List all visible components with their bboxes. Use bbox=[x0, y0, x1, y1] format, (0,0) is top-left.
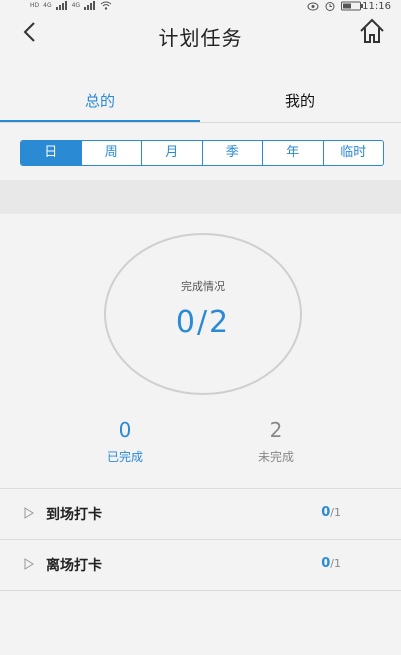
tab-overall[interactable]: 总的 bbox=[0, 82, 200, 122]
network-type-2: 4G bbox=[71, 1, 81, 9]
task-list: 到场打卡 0/1 离场打卡 0/1 bbox=[0, 488, 401, 591]
completed-count: 0 bbox=[118, 418, 132, 442]
progress-title: 完成情况 bbox=[181, 280, 225, 293]
signal-icon-2 bbox=[84, 1, 96, 10]
tab-mine[interactable]: 我的 bbox=[200, 82, 400, 122]
status-right bbox=[307, 1, 363, 11]
alarm-icon bbox=[325, 2, 335, 11]
task-count: 0/1 bbox=[321, 505, 341, 520]
status-time: 11:16 bbox=[362, 1, 391, 12]
period-filter: 日 周 月 季 年 临时 bbox=[20, 140, 384, 166]
incomplete-label: 未完成 bbox=[257, 450, 294, 464]
period-day-button[interactable]: 日 bbox=[21, 141, 81, 165]
task-done-count: 0 bbox=[321, 505, 331, 520]
wifi-icon bbox=[100, 1, 112, 10]
status-bar: HD 4G 4G 11:16 bbox=[0, 0, 401, 16]
task-count: 0/1 bbox=[321, 556, 341, 571]
section-divider bbox=[0, 180, 401, 214]
task-name: 到场打卡 bbox=[46, 507, 102, 523]
hd-icon: HD bbox=[30, 1, 40, 9]
battery-icon bbox=[341, 1, 363, 11]
task-total-count: /1 bbox=[330, 506, 341, 519]
task-done-count: 0 bbox=[321, 556, 331, 571]
tab-bar: 总的 我的 bbox=[0, 82, 401, 123]
home-icon bbox=[360, 18, 384, 43]
incomplete-count: 2 bbox=[269, 418, 283, 442]
progress-circle: 完成情况 0/2 bbox=[104, 233, 302, 395]
list-item[interactable]: 到场打卡 0/1 bbox=[0, 488, 401, 540]
progress-value: 0/2 bbox=[175, 305, 231, 340]
period-week-button[interactable]: 周 bbox=[80, 141, 142, 165]
signal-icon bbox=[55, 1, 67, 10]
play-triangle-icon bbox=[24, 558, 34, 570]
list-item[interactable]: 离场打卡 0/1 bbox=[0, 540, 401, 591]
period-year-button[interactable]: 年 bbox=[262, 141, 323, 165]
network-type-1: 4G bbox=[43, 1, 52, 9]
active-tab-indicator bbox=[0, 120, 200, 122]
eye-icon bbox=[307, 2, 319, 10]
completion-summary: 完成情况 0/2 0 已完成 2 未完成 bbox=[0, 214, 401, 482]
play-triangle-icon bbox=[24, 507, 34, 519]
completed-stat[interactable]: 0 已完成 bbox=[65, 418, 185, 465]
task-name: 离场打卡 bbox=[46, 558, 102, 574]
status-left: HD 4G 4G bbox=[30, 1, 112, 10]
period-quarter-button[interactable]: 季 bbox=[201, 141, 263, 165]
completed-label: 已完成 bbox=[106, 450, 143, 464]
period-month-button[interactable]: 月 bbox=[141, 141, 202, 165]
task-total-count: /1 bbox=[330, 557, 341, 570]
page-title: 计划任务 bbox=[158, 26, 243, 50]
app-header: 计划任务 bbox=[0, 16, 401, 52]
period-temporary-button[interactable]: 临时 bbox=[322, 141, 384, 165]
incomplete-stat[interactable]: 2 未完成 bbox=[216, 418, 336, 465]
home-button[interactable] bbox=[357, 16, 387, 46]
